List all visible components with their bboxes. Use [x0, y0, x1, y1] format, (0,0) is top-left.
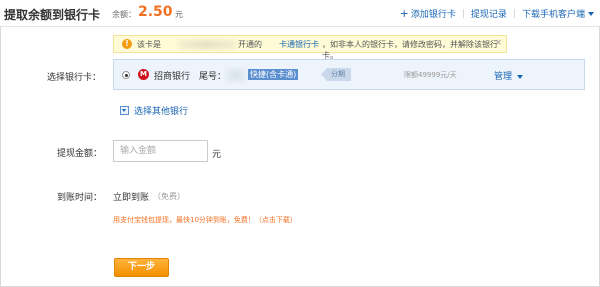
divider: | [461, 8, 465, 19]
bank-card-option[interactable]: M 招商银行 尾号： 快捷(含卡通) 分期 限额49999元/天 管理 [113, 59, 585, 90]
cmb-bank-logo-icon: M [138, 69, 149, 80]
wallet-download-hint[interactable]: 用支付宝钱包提现，最快10分钟到账，免费！（点击下载） [113, 215, 297, 225]
installment-tag: 分期 [321, 68, 351, 81]
withdraw-records-link[interactable]: 提现记录 [471, 7, 507, 20]
card-limit: 限额49999元/天 [404, 71, 457, 79]
manage-dropdown[interactable]: 管理 [494, 69, 524, 82]
download-client-link[interactable]: 下载手机客户端 [522, 7, 585, 20]
balance-unit: 元 [175, 10, 183, 19]
add-card-link[interactable]: 添加银行卡 [411, 7, 456, 20]
warning-icon: ! [122, 39, 132, 49]
card-label: 选择银行卡： [47, 73, 102, 83]
plus-icon: + [399, 7, 409, 20]
top-links: + 添加银行卡 | 提现记录 | 下载手机客户端 [400, 7, 594, 20]
notice-card-link[interactable]: 卡通银行卡 [279, 39, 319, 50]
redacted-name [178, 40, 236, 49]
manage-label: 管理 [494, 72, 513, 82]
choose-other-bank-link[interactable]: 选择其他银行 [120, 104, 188, 117]
balance-label: 余额： [112, 10, 136, 19]
chevron-down-icon [588, 11, 594, 16]
arrival-label: 到账时间： [57, 193, 103, 203]
page-title: 提取余额到银行卡 [4, 8, 101, 22]
amount-input[interactable] [113, 140, 208, 162]
arrival-value: 立即到账 [113, 193, 150, 203]
radio-icon[interactable] [122, 71, 130, 79]
amount-label: 提现金额： [57, 149, 103, 159]
chevron-down-icon [517, 74, 524, 79]
divider: | [512, 8, 516, 19]
expand-icon [120, 106, 129, 115]
card-tail-label: 尾号： [199, 72, 227, 82]
quick-pay-tag: 快捷(含卡通) [248, 69, 299, 80]
redacted-card-number [226, 69, 246, 81]
notice-text-1: 该卡是 [137, 40, 161, 49]
card-notice: ! 该卡是 开通的 卡通银行卡 ，如非本人的银行卡，请修改密码，并解除该银行卡。… [113, 35, 507, 60]
page-header: 提取余额到银行卡 余额： 2.50 元 + 添加银行卡 | 提现记录 | 下载手… [0, 0, 600, 27]
notice-text-2: 开通的 [238, 40, 262, 49]
next-button[interactable]: 下一步 [114, 258, 169, 277]
notice-text-3: ，如非本人的银行卡，请修改密码，并解除该银行卡。 [322, 40, 498, 60]
close-icon[interactable]: × [494, 38, 502, 48]
bank-name: 招商银行 [154, 72, 191, 82]
other-bank-label: 选择其他银行 [134, 107, 189, 117]
balance-value: 2.50 [138, 4, 173, 20]
amount-unit: 元 [212, 150, 222, 160]
arrival-free: （免费） [153, 192, 185, 201]
